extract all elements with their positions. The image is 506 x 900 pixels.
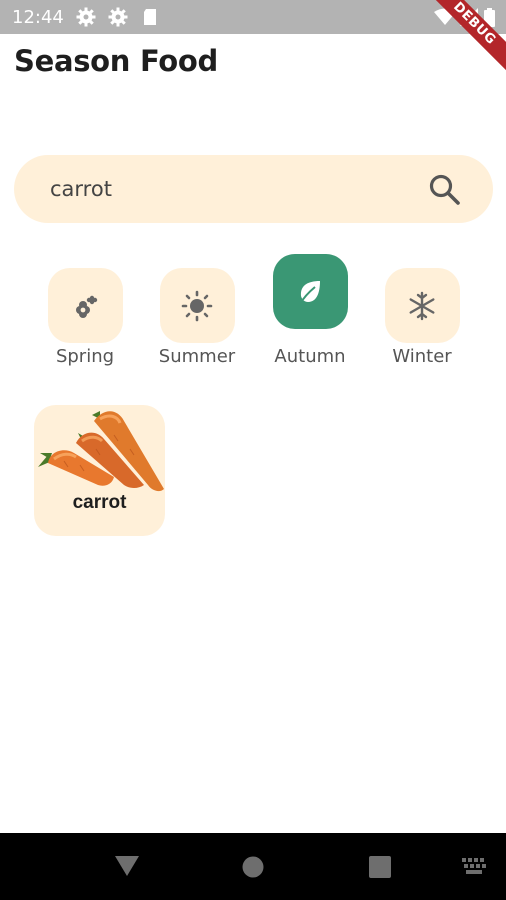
season-tile[interactable]: [384, 268, 460, 343]
flower-icon: [76, 295, 98, 318]
back-icon[interactable]: [114, 855, 140, 877]
search-icon[interactable]: [427, 172, 463, 208]
settings-icon: [108, 7, 128, 27]
season-winter[interactable]: Winter: [372, 268, 472, 367]
season-label: Winter: [392, 346, 452, 367]
sd-card-icon: [144, 9, 156, 25]
home-icon[interactable]: [242, 856, 264, 878]
page-title: Season Food: [14, 44, 218, 78]
snowflake-icon: [409, 291, 435, 320]
season-spring[interactable]: Spring: [35, 268, 135, 367]
search-bar[interactable]: carrot: [14, 155, 493, 223]
system-nav-bar: [0, 833, 506, 900]
carrot-image: [38, 411, 164, 492]
recents-icon[interactable]: [369, 856, 391, 878]
season-label: Spring: [55, 346, 115, 367]
food-name: carrot: [72, 492, 127, 513]
keyboard-icon[interactable]: [462, 858, 488, 876]
season-tile-selected[interactable]: [272, 254, 348, 329]
season-tile[interactable]: [159, 268, 235, 343]
settings-icon: [76, 7, 96, 27]
app-screen: 12:44 DEBUG Season Food carrot Spring Su…: [0, 0, 506, 900]
sun-icon: [181, 290, 213, 321]
status-time: 12:44: [12, 7, 64, 28]
status-bar: 12:44: [0, 0, 506, 34]
food-card[interactable]: carrot: [34, 405, 165, 536]
season-autumn[interactable]: Autumn: [260, 254, 360, 367]
season-tile[interactable]: [47, 268, 123, 343]
leaf-icon: [299, 280, 320, 305]
season-label: Summer: [158, 346, 236, 367]
search-input[interactable]: carrot: [50, 177, 112, 201]
season-summer[interactable]: Summer: [147, 268, 247, 367]
season-label: Autumn: [274, 346, 346, 367]
